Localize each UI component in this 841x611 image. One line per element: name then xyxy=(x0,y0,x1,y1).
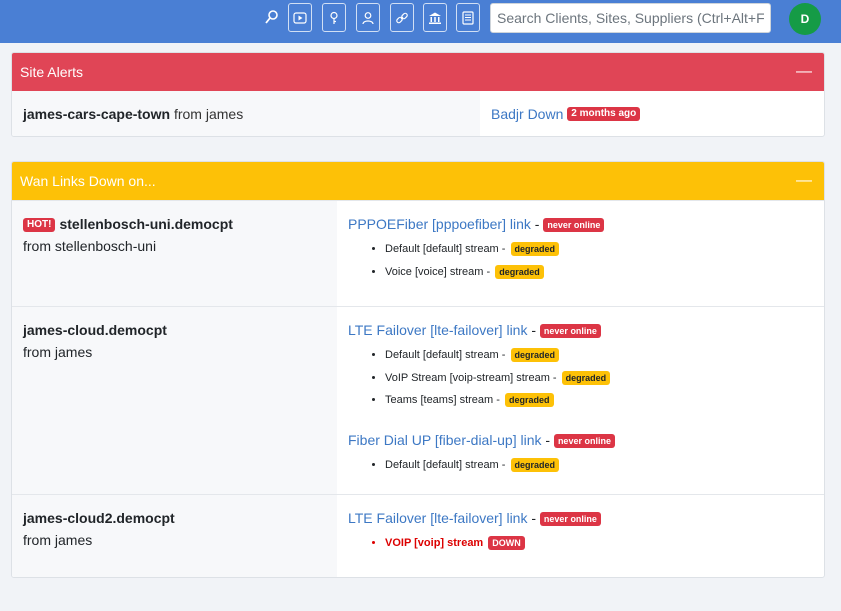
site-alerts-header: Site Alerts — xyxy=(12,53,824,91)
wan-link-name[interactable]: LTE Failover [lte-failover] link xyxy=(348,322,527,338)
degraded-badge: degraded xyxy=(510,348,560,363)
wan-site-row: HOT! stellenbosch-uni.democpt from stelle… xyxy=(12,200,824,306)
wan-link-name[interactable]: Fiber Dial UP [fiber-dial-up] link xyxy=(348,432,541,448)
wan-site-links: PPPOEFiber [pppoefiber] link - never onl… xyxy=(337,201,824,306)
stream-list: Default [default] stream - degraded xyxy=(348,454,813,477)
wan-link-item: PPPOEFiber [pppoefiber] link - never onl… xyxy=(348,213,813,235)
stream-item: Default [default] stream - degraded xyxy=(385,238,813,261)
search-icon[interactable] xyxy=(263,8,281,28)
video-icon xyxy=(293,11,307,25)
down-badge: DOWN xyxy=(488,536,525,551)
user-icon xyxy=(361,11,375,25)
site-alerts-title: Site Alerts xyxy=(20,64,84,80)
wan-site-from: from stellenbosch-uni xyxy=(23,238,157,254)
stream-label: Voice [voice] stream - xyxy=(385,265,491,278)
wan-link-name[interactable]: LTE Failover [lte-failover] link xyxy=(348,510,527,526)
stream-item: Voice [voice] stream - degraded xyxy=(385,261,813,284)
stream-list: VOIP [voip] stream DOWN xyxy=(348,532,813,555)
key-icon xyxy=(327,11,341,25)
wan-site-name[interactable]: james-cloud2.democpt xyxy=(23,510,175,526)
wan-site-info: HOT! stellenbosch-uni.democpt from stelle… xyxy=(12,201,337,306)
site-name[interactable]: james-cars-cape-town xyxy=(23,106,170,122)
site-alert-row: james-cars-cape-town from james Badjr Do… xyxy=(12,91,824,136)
degraded-badge: degraded xyxy=(504,393,554,408)
stream-list: Default [default] stream - degraded Voic… xyxy=(348,238,813,283)
link-button[interactable] xyxy=(390,3,414,32)
hot-badge: HOT! xyxy=(23,218,56,233)
never-online-badge: never online xyxy=(553,433,615,448)
wan-site-from: from james xyxy=(23,344,93,360)
stream-item: Teams [teams] stream - degraded xyxy=(385,389,813,412)
stream-item: VoIP Stream [voip-stream] stream - degra… xyxy=(385,367,813,390)
stream-label: VoIP Stream [voip-stream] stream - xyxy=(385,371,557,384)
wan-site-name[interactable]: james-cloud.democpt xyxy=(23,322,167,338)
wan-links-title: Wan Links Down on... xyxy=(20,173,156,189)
wan-link-item: LTE Failover [lte-failover] link - never… xyxy=(348,319,813,341)
wan-site-links: LTE Failover [lte-failover] link - never… xyxy=(337,307,824,494)
wan-links-down-card: Wan Links Down on... — HOT! stellenbosch-… xyxy=(11,161,825,578)
wan-link-name[interactable]: PPPOEFiber [pppoefiber] link xyxy=(348,216,531,232)
wan-site-row: james-cloud2.democpt from james LTE Fail… xyxy=(12,494,824,577)
user-avatar[interactable]: D xyxy=(789,3,821,35)
stream-label: Teams [teams] stream - xyxy=(385,394,500,406)
stream-label: VOIP [voip] stream xyxy=(385,537,484,549)
site-alerts-card: Site Alerts — james-cars-cape-town from … xyxy=(11,52,825,137)
bank-button[interactable] xyxy=(423,3,447,32)
site-alert-detail: Badjr Down 2 months ago xyxy=(480,91,824,136)
key-button[interactable] xyxy=(322,3,346,32)
site-from: from james xyxy=(173,105,244,122)
wan-site-links: LTE Failover [lte-failover] link - never… xyxy=(337,495,824,577)
site-alert-source: james-cars-cape-town from james xyxy=(12,91,480,136)
link-icon xyxy=(395,11,409,25)
wan-link-separator: - xyxy=(545,431,551,448)
stream-label: Default [default] stream - xyxy=(385,458,506,471)
collapse-site-alerts-button[interactable]: — xyxy=(792,64,816,80)
degraded-badge: degraded xyxy=(495,264,544,279)
stream-label: Default [default] stream - xyxy=(385,243,506,255)
bank-icon xyxy=(428,11,442,25)
wan-site-name[interactable]: stellenbosch-uni.democpt xyxy=(59,216,232,232)
top-navbar: D xyxy=(0,0,841,43)
never-online-badge: never online xyxy=(543,218,605,233)
never-online-badge: never online xyxy=(539,512,601,527)
wan-site-from: from james xyxy=(23,532,93,548)
wan-site-info: james-cloud.democpt from james xyxy=(12,307,337,494)
never-online-badge: never online xyxy=(539,324,601,339)
list-button[interactable] xyxy=(456,3,480,32)
global-search-input[interactable] xyxy=(490,3,771,33)
wan-link-separator: - xyxy=(531,322,537,338)
alert-age-badge: 2 months ago xyxy=(567,106,641,121)
degraded-badge: degraded xyxy=(510,242,560,257)
wan-link-item: LTE Failover [lte-failover] link - never… xyxy=(348,507,813,529)
degraded-badge: degraded xyxy=(510,457,560,472)
stream-item: Default [default] stream - degraded xyxy=(385,454,813,477)
user-button[interactable] xyxy=(356,3,380,32)
wan-site-row: james-cloud.democpt from james LTE Failo… xyxy=(12,306,824,494)
stream-item: Default [default] stream - degraded xyxy=(385,344,813,367)
stream-label: Default [default] stream - xyxy=(385,349,506,361)
wan-links-header: Wan Links Down on... — xyxy=(12,162,824,200)
alert-link[interactable]: Badjr Down xyxy=(491,106,563,122)
stream-list: Default [default] stream - degraded VoIP… xyxy=(348,344,813,412)
wan-site-info: james-cloud2.democpt from james xyxy=(12,495,337,577)
wan-link-separator: - xyxy=(531,510,537,526)
wan-link-separator: - xyxy=(534,216,540,232)
collapse-wan-links-button[interactable]: — xyxy=(792,173,816,189)
degraded-badge: degraded xyxy=(561,370,611,385)
list-icon xyxy=(461,10,475,25)
stream-item: VOIP [voip] stream DOWN xyxy=(385,532,813,555)
wan-link-item: Fiber Dial UP [fiber-dial-up] link - nev… xyxy=(348,429,813,451)
video-button[interactable] xyxy=(288,3,312,32)
